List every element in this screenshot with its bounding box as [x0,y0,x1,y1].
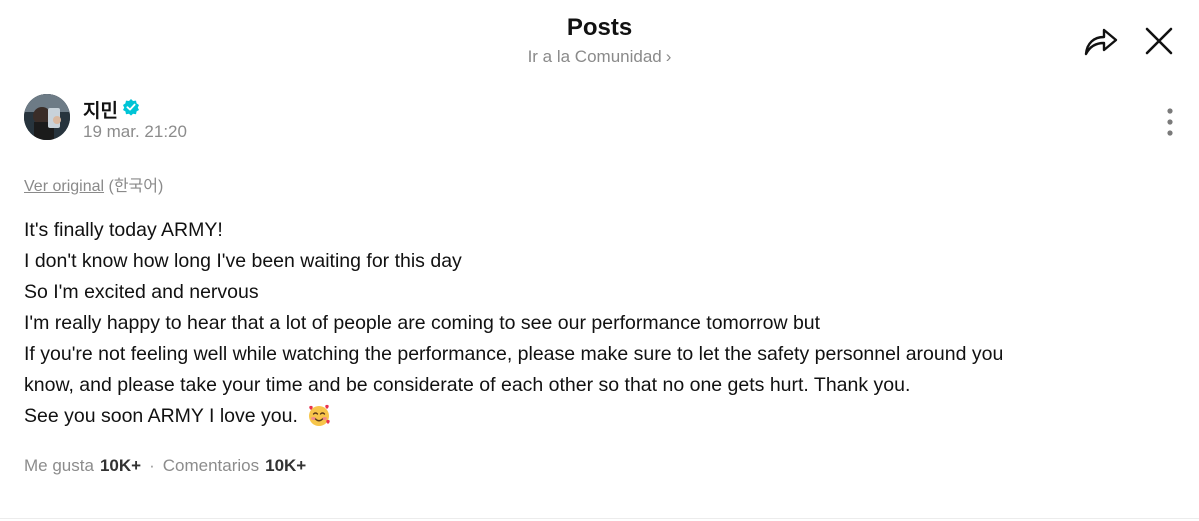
post-body: It's finally today ARMY! I don't know ho… [24,215,1174,432]
community-link-label: Ir a la Comunidad [527,47,662,66]
author-name[interactable]: 지민 [83,96,118,123]
likes-count[interactable]: 10K+ [100,456,141,475]
stats-separator: · [149,456,155,475]
share-arrow-icon [1084,28,1118,56]
view-original-link[interactable]: Ver original [24,178,104,195]
post-date: 19 mar. 21:20 [83,122,187,141]
chevron-right-icon: › [665,47,672,66]
avatar[interactable] [24,94,70,140]
more-options-button[interactable] [1160,107,1180,137]
post-line-last: See you soon ARMY I love you. [24,401,1174,432]
header: Posts Ir a la Comunidad › [0,0,1199,80]
post-line: It's finally today ARMY! [24,219,223,241]
comments-label: Comentarios [162,456,260,475]
verified-badge-icon [123,99,139,116]
smiling-face-with-hearts-icon [309,404,331,426]
post-line: I don't know how long I've been waiting … [24,250,462,272]
post-line: If you're not feeling well while watchin… [24,343,1004,365]
post-stats: Me gusta 10K+ · Comentarios 10K+ [24,456,306,476]
translation-row: Ver original (한국어) [24,172,163,196]
post-line: See you soon ARMY I love you. [24,405,298,427]
divider [0,518,1199,519]
share-button[interactable] [1083,24,1119,58]
close-icon [1145,27,1173,55]
close-button[interactable] [1144,26,1174,56]
likes-label: Me gusta [24,456,94,475]
more-vertical-icon [1167,108,1173,136]
community-link[interactable]: Ir a la Comunidad › [0,47,1199,67]
post-line: I'm really happy to hear that a lot of p… [24,312,821,334]
post-line: So I'm excited and nervous [24,281,259,303]
comments-count[interactable]: 10K+ [265,456,306,475]
post-line: know, and please take your time and be c… [24,374,911,396]
page-title: Posts [566,14,633,41]
original-language: (한국어) [108,178,164,195]
